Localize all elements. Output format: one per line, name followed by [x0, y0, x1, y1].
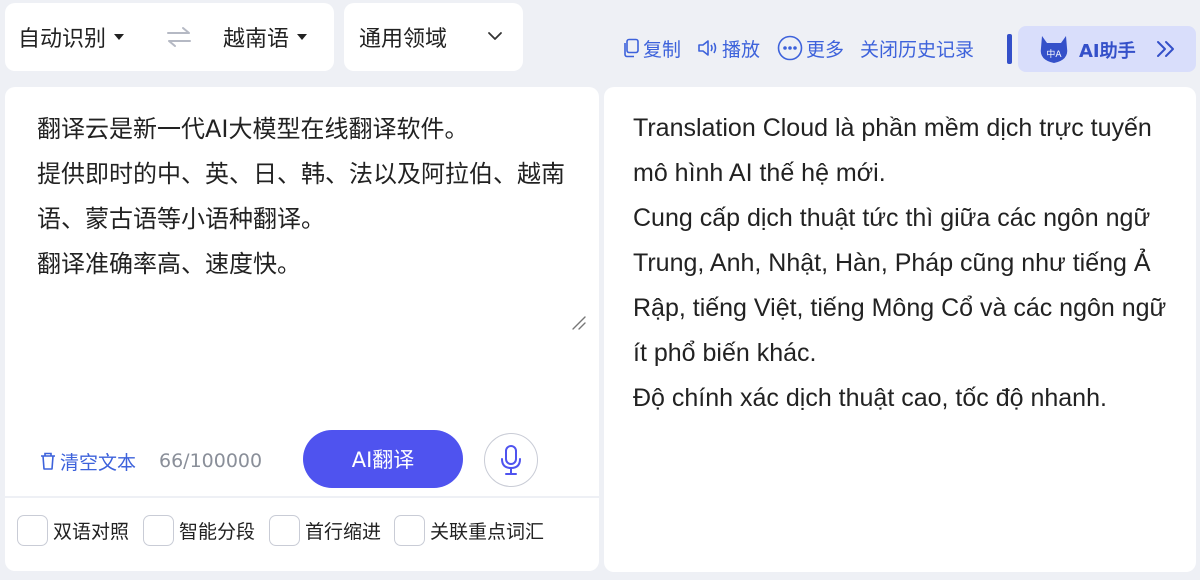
- chevron-down-icon: [488, 32, 502, 40]
- voice-input-button[interactable]: [484, 433, 538, 487]
- translation-result-text: Translation Cloud là phần mềm dịch trực …: [633, 114, 1167, 412]
- avatar-text: 中A: [1046, 48, 1062, 60]
- more-dots-icon: [777, 35, 803, 61]
- target-language-label: 越南语: [223, 27, 290, 52]
- bilingual-checkbox[interactable]: 双语对照: [17, 514, 129, 546]
- checkbox-box[interactable]: [143, 514, 174, 546]
- clear-text-button[interactable]: 清空文本: [39, 448, 136, 474]
- caret-down-icon: [297, 34, 308, 40]
- ai-assistant-button[interactable]: 中A AI助手: [1018, 26, 1196, 72]
- ai-assistant-label: AI助手: [1079, 41, 1136, 62]
- related-keywords-checkbox[interactable]: 关联重点词汇: [394, 514, 544, 546]
- trash-icon: [41, 452, 55, 470]
- swap-arrows-icon[interactable]: [165, 25, 193, 49]
- speaker-icon: [698, 40, 717, 56]
- smart-segment-checkbox[interactable]: 智能分段: [143, 514, 255, 546]
- source-text-input[interactable]: 翻译云是新一代AI大模型在线翻译软件。 提供即时的中、英、日、韩、法以及阿拉伯、…: [37, 107, 577, 287]
- bilingual-label: 双语对照: [53, 520, 130, 543]
- source-panel: 翻译云是新一代AI大模型在线翻译软件。 提供即时的中、英、日、韩、法以及阿拉伯、…: [5, 87, 599, 496]
- checkbox-box[interactable]: [269, 514, 300, 546]
- microphone-icon: [501, 445, 521, 475]
- toolbar-divider: [1007, 34, 1012, 64]
- source-language-label: 自动识别: [18, 27, 107, 52]
- options-bar: 双语对照 智能分段 首行缩进 关联重点词汇: [5, 498, 599, 571]
- play-label: 播放: [722, 38, 761, 61]
- smart-segment-label: 智能分段: [179, 520, 256, 543]
- first-line-indent-label: 首行缩进: [305, 520, 382, 543]
- language-selector: 自动识别 越南语: [5, 3, 334, 71]
- target-language-dropdown[interactable]: 越南语: [223, 3, 308, 71]
- domain-label: 通用领域: [359, 27, 448, 52]
- clear-text-label: 清空文本: [60, 451, 137, 474]
- translation-result-panel: Translation Cloud là phần mềm dịch trực …: [604, 87, 1196, 572]
- double-chevron-right-icon: [1157, 41, 1174, 57]
- copy-label: 复制: [643, 38, 682, 61]
- domain-dropdown[interactable]: 通用领域: [344, 3, 523, 71]
- ai-translate-button[interactable]: AI翻译: [303, 430, 463, 488]
- copy-button[interactable]: 复制: [622, 33, 681, 63]
- caret-down-icon: [114, 34, 125, 40]
- ai-assistant-avatar-icon: 中A: [1040, 36, 1068, 63]
- more-label: 更多: [806, 38, 845, 61]
- more-button[interactable]: 更多: [777, 33, 844, 63]
- copy-icon: [624, 38, 639, 58]
- play-button[interactable]: 播放: [697, 33, 760, 63]
- close-history-button[interactable]: 关闭历史记录: [860, 33, 974, 63]
- resize-handle-icon[interactable]: [570, 314, 586, 330]
- related-keywords-label: 关联重点词汇: [430, 520, 545, 543]
- source-language-dropdown[interactable]: 自动识别: [18, 3, 125, 71]
- close-history-label: 关闭历史记录: [860, 38, 975, 61]
- first-line-indent-checkbox[interactable]: 首行缩进: [269, 514, 381, 546]
- checkbox-box[interactable]: [17, 514, 48, 546]
- checkbox-box[interactable]: [394, 514, 425, 546]
- character-count: 66/100000: [159, 450, 263, 472]
